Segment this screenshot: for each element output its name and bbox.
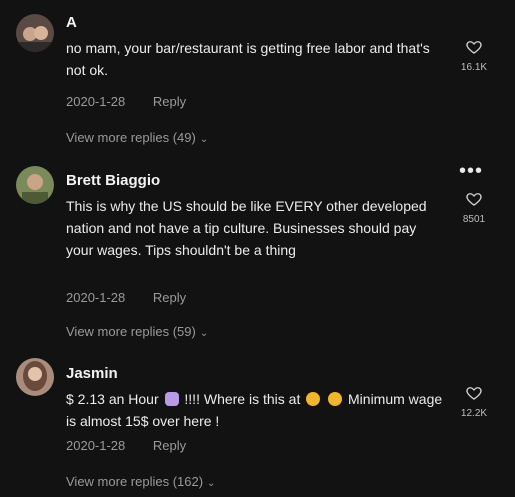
person-emoji-icon: [164, 392, 179, 406]
comment-date: 2020-1-28: [66, 438, 126, 453]
username[interactable]: Brett Biaggio: [66, 172, 160, 189]
view-more-replies[interactable]: View more replies (162) ⌄: [66, 474, 215, 489]
view-more-label: View more replies (59): [66, 324, 196, 339]
username[interactable]: A: [66, 14, 77, 31]
anxious-face-emoji-icon: [328, 392, 343, 406]
more-options-button[interactable]: •••: [459, 160, 483, 183]
chevron-down-icon: ⌄: [207, 478, 216, 489]
like-group: 16.1K: [456, 38, 492, 73]
like-group: 8501: [456, 190, 492, 225]
like-count: 8501: [462, 214, 486, 225]
comment-date: 2020-1-28: [66, 290, 126, 305]
view-more-replies[interactable]: View more replies (49) ⌄: [66, 130, 208, 145]
view-more-label: View more replies (162): [66, 474, 204, 489]
avatar[interactable]: [16, 14, 54, 52]
chevron-down-icon: ⌄: [199, 134, 209, 145]
reply-button[interactable]: Reply: [153, 94, 186, 109]
reply-button[interactable]: Reply: [153, 290, 186, 305]
avatar[interactable]: [16, 358, 54, 396]
comment-meta: 2020-1-28 Reply: [66, 94, 186, 109]
chevron-down-icon: ⌄: [199, 328, 209, 339]
comment-text: This is why the US should be like EVERY …: [66, 198, 427, 258]
view-more-replies[interactable]: View more replies (59) ⌄: [66, 324, 208, 339]
like-group: 12.2K: [456, 384, 492, 419]
heart-icon[interactable]: [465, 190, 483, 208]
heart-icon[interactable]: [465, 384, 483, 402]
anxious-face-emoji-icon: [306, 392, 321, 406]
view-more-label: View more replies (49): [66, 130, 196, 145]
comment-meta: 2020-1-28 Reply: [66, 438, 186, 453]
reply-button[interactable]: Reply: [153, 438, 186, 453]
comment-text: $ 2.13 an Hour !!!! Where is this at Min…: [66, 388, 446, 432]
comment-text-part: $ 2.13 an Hour: [66, 391, 159, 407]
comment-meta: 2020-1-28 Reply: [66, 290, 186, 305]
like-count: 12.2K: [460, 408, 488, 419]
like-count: 16.1K: [460, 62, 488, 73]
comment-text: no mam, your bar/restaurant is getting f…: [66, 40, 430, 78]
username[interactable]: Jasmin: [66, 365, 118, 382]
comment-date: 2020-1-28: [66, 94, 126, 109]
heart-icon[interactable]: [465, 38, 483, 56]
comment-text-part: !!!! Where is this at: [184, 391, 301, 407]
avatar[interactable]: [16, 166, 54, 204]
